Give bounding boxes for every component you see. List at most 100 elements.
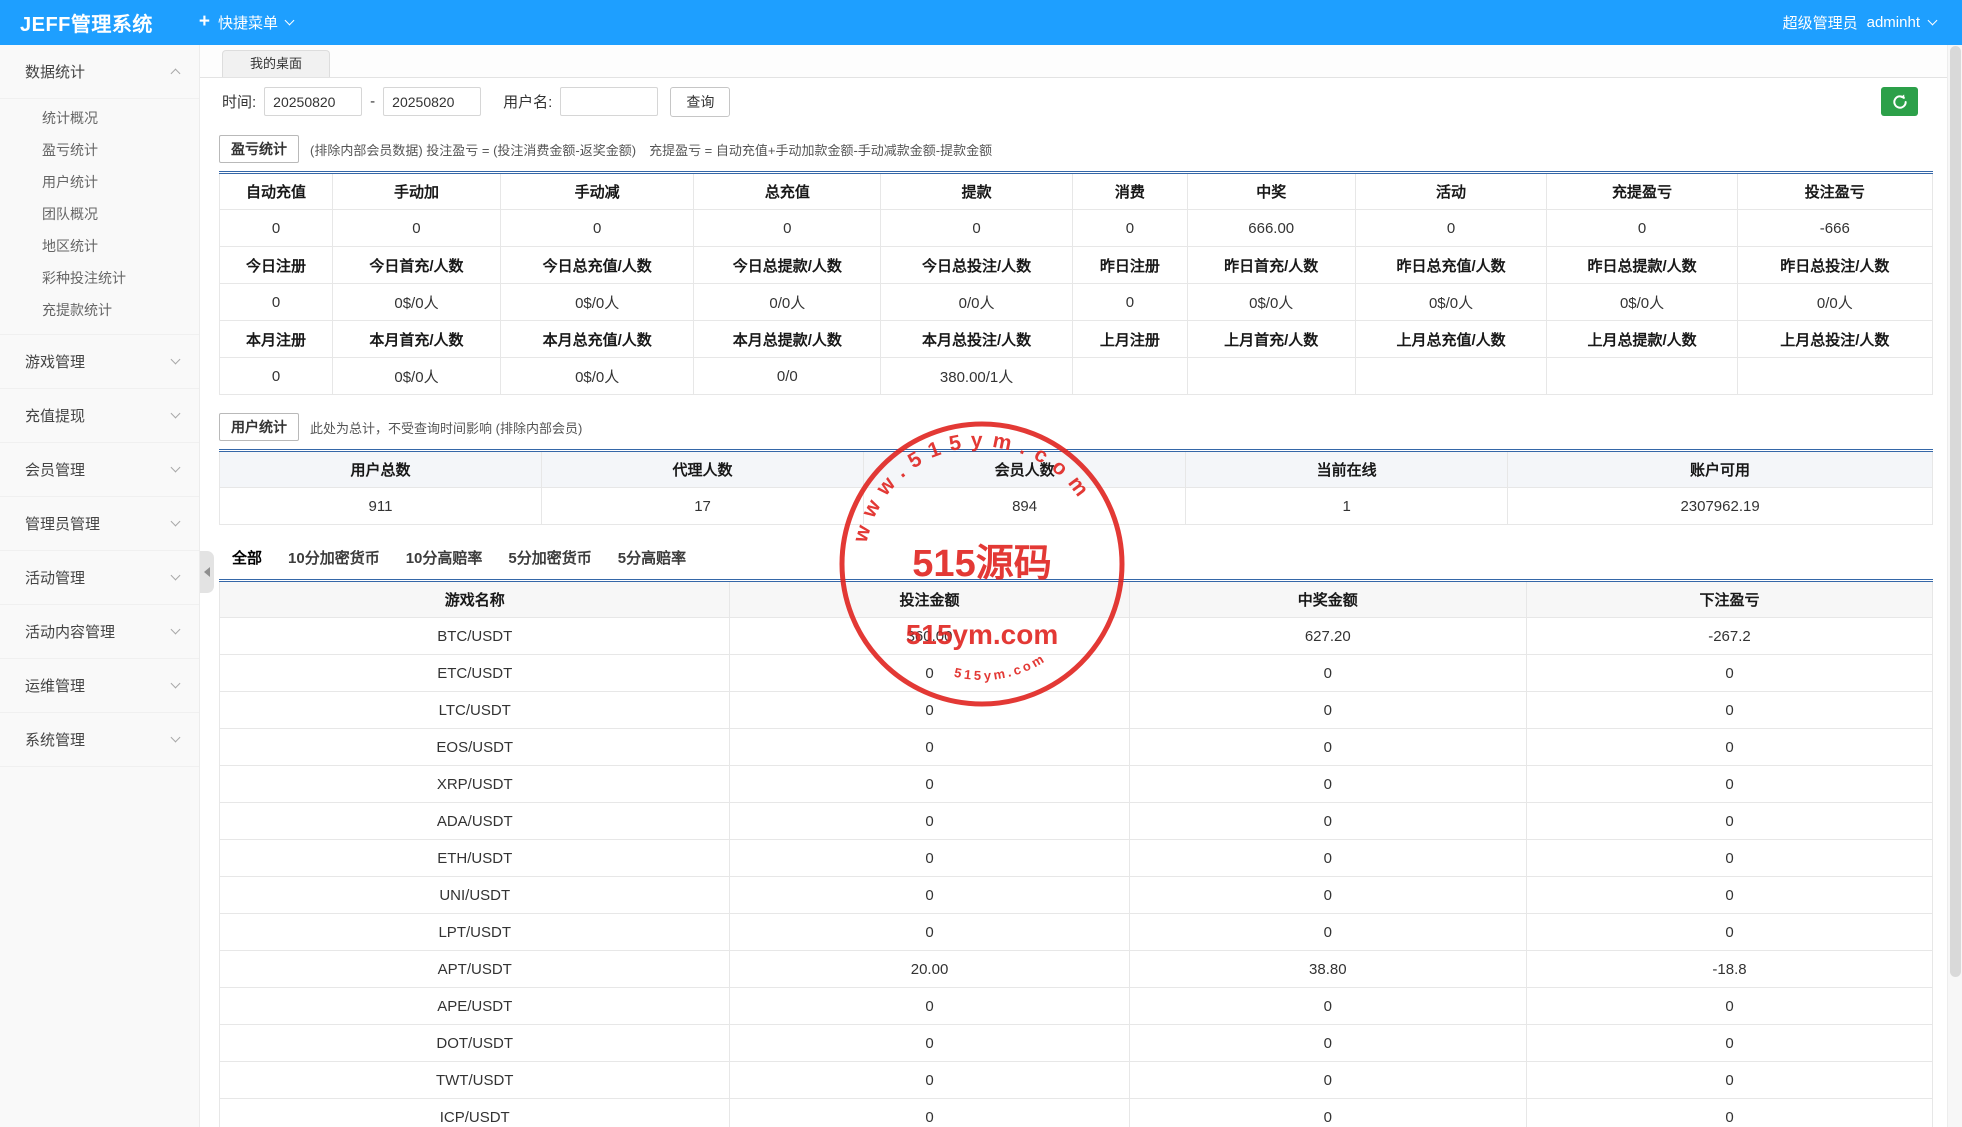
user-value-cell: 2307962.19 bbox=[1507, 487, 1933, 525]
game-cell: 0 bbox=[1526, 913, 1933, 951]
profit-value-cell: 0$/0人 bbox=[1354, 283, 1548, 321]
game-row: LTC/USDT 0 0 0 bbox=[218, 691, 1933, 729]
game-cell: ADA/USDT bbox=[218, 802, 731, 840]
tab-bar: 我的桌面 bbox=[200, 45, 1962, 78]
sidebar-group-label: 系统管理 bbox=[25, 732, 86, 749]
sidebar-subitem[interactable]: 统计概况 bbox=[0, 102, 199, 134]
game-cell: 0 bbox=[1128, 913, 1528, 951]
profit-header-cell: 充提盈亏 bbox=[1546, 172, 1738, 210]
chevron-down-icon bbox=[170, 570, 181, 581]
profit-value-cell: 666.00 bbox=[1186, 209, 1356, 247]
refresh-button[interactable] bbox=[1881, 87, 1918, 116]
sidebar-group-0[interactable]: 数据统计 bbox=[0, 45, 199, 99]
game-filter-tab-2[interactable]: 10分高赔率 bbox=[393, 545, 496, 573]
chevron-down-icon bbox=[170, 516, 181, 527]
sidebar-group-2[interactable]: 充值提现 bbox=[0, 389, 199, 443]
chevron-down-icon bbox=[170, 462, 181, 473]
sidebar-group-7[interactable]: 运维管理 bbox=[0, 659, 199, 713]
game-cell: TWT/USDT bbox=[218, 1061, 731, 1099]
sidebar-group-4[interactable]: 管理员管理 bbox=[0, 497, 199, 551]
sidebar-group-1[interactable]: 游戏管理 bbox=[0, 335, 199, 389]
chevron-down-icon bbox=[170, 678, 181, 689]
sidebar-subitem[interactable]: 盈亏统计 bbox=[0, 134, 199, 166]
game-row: ETC/USDT 0 0 0 bbox=[218, 654, 1933, 692]
game-header-cell: 游戏名称 bbox=[218, 580, 731, 618]
profit-header-cell: 上月总充值/人数 bbox=[1354, 320, 1548, 358]
app-title: JEFF管理系统 bbox=[20, 14, 153, 36]
game-filter-tab-3[interactable]: 5分加密货币 bbox=[495, 545, 604, 573]
profit-value-cell: 0 bbox=[880, 209, 1074, 247]
profit-header-row: 本月注册 本月首充/人数 本月总充值/人数 本月总提款/人数 本月总投注/人数 上月注册上… bbox=[218, 320, 1934, 358]
game-cell: 0 bbox=[729, 987, 1130, 1025]
profit-section-head: 盈亏统计 (排除内部会员数据) 投注盈亏 = (投注消费金额-返奖金额) 充提盈… bbox=[219, 135, 1933, 163]
sidebar-group-8[interactable]: 系统管理 bbox=[0, 713, 199, 767]
game-filter-tab-4[interactable]: 5分高赔率 bbox=[605, 545, 699, 573]
game-cell: 360.00 bbox=[729, 617, 1130, 655]
user-section-note: 此处为总计，不受查询时间影响 (排除内部会员) bbox=[310, 420, 583, 436]
tab-my-desktop[interactable]: 我的桌面 bbox=[222, 50, 331, 77]
game-filter-tab-1[interactable]: 10分加密货币 bbox=[275, 545, 393, 573]
quick-menu-button[interactable]: + 快捷菜单 bbox=[183, 0, 309, 45]
game-cell: APE/USDT bbox=[218, 987, 731, 1025]
chevron-down-icon bbox=[170, 354, 181, 365]
user-value-cell: 1 bbox=[1185, 487, 1509, 525]
chevron-down-icon bbox=[170, 624, 181, 635]
date-from-input[interactable] bbox=[264, 87, 363, 116]
game-cell: 0 bbox=[1128, 765, 1528, 803]
profit-value-cell bbox=[1072, 357, 1188, 395]
search-button[interactable]: 查询 bbox=[670, 86, 731, 117]
profit-value-cell: 0 bbox=[693, 209, 882, 247]
profit-header-cell: 昨日总投注/人数 bbox=[1736, 246, 1934, 284]
sidebar-group-label: 活动内容管理 bbox=[25, 624, 116, 641]
chevron-down-icon bbox=[284, 15, 295, 26]
profit-value-cell: 0/0人 bbox=[693, 283, 882, 321]
game-cell: LTC/USDT bbox=[218, 691, 731, 729]
sidebar-subitem[interactable]: 彩种投注统计 bbox=[0, 262, 199, 294]
sidebar-subitem[interactable]: 团队概况 bbox=[0, 198, 199, 230]
game-cell: -18.8 bbox=[1526, 950, 1933, 988]
username-input[interactable] bbox=[560, 87, 659, 116]
game-filter-tab-0[interactable]: 全部 bbox=[219, 545, 275, 573]
game-cell: ETC/USDT bbox=[218, 654, 731, 692]
sidebar-group-label: 游戏管理 bbox=[25, 354, 86, 371]
game-cell: 0 bbox=[1526, 1061, 1933, 1099]
game-cell: 0 bbox=[729, 1024, 1130, 1062]
user-value-row: 911 17 894 1 2307962.19 bbox=[218, 487, 1933, 525]
game-cell: 0 bbox=[729, 913, 1130, 951]
game-cell: APT/USDT bbox=[218, 950, 731, 988]
profit-header-cell: 昨日总提款/人数 bbox=[1546, 246, 1738, 284]
game-row: XRP/USDT 0 0 0 bbox=[218, 765, 1933, 803]
game-row: LPT/USDT 0 0 0 bbox=[218, 913, 1933, 951]
game-cell: XRP/USDT bbox=[218, 765, 731, 803]
sidebar-group-5[interactable]: 活动管理 bbox=[0, 551, 199, 605]
profit-header-cell: 总充值 bbox=[693, 172, 882, 210]
sidebar-group-3[interactable]: 会员管理 bbox=[0, 443, 199, 497]
sidebar-group-label: 管理员管理 bbox=[25, 516, 101, 533]
sidebar-group-label: 会员管理 bbox=[25, 462, 86, 479]
scrollbar-track[interactable] bbox=[1947, 45, 1962, 1127]
game-cell: ETH/USDT bbox=[218, 839, 731, 877]
sidebar-group-label: 活动管理 bbox=[25, 570, 86, 587]
profit-header-cell: 本月总提款/人数 bbox=[693, 320, 882, 358]
game-cell: 0 bbox=[729, 691, 1130, 729]
game-header-cell: 下注盈亏 bbox=[1526, 580, 1933, 618]
user-header-cell: 代理人数 bbox=[541, 450, 865, 488]
profit-value-cell: -666 bbox=[1736, 209, 1934, 247]
chevron-up-icon bbox=[170, 68, 181, 79]
user-header-cell: 会员人数 bbox=[863, 450, 1187, 488]
game-cell: 0 bbox=[1128, 691, 1528, 729]
user-menu[interactable]: 超级管理员 adminht bbox=[1783, 0, 1962, 45]
sidebar-subitem[interactable]: 地区统计 bbox=[0, 230, 199, 262]
sidebar-group-6[interactable]: 活动内容管理 bbox=[0, 605, 199, 659]
game-cell: 0 bbox=[729, 802, 1130, 840]
game-row: UNI/USDT 0 0 0 bbox=[218, 876, 1933, 914]
sidebar-subitem[interactable]: 充提款统计 bbox=[0, 294, 199, 326]
date-to-input[interactable] bbox=[383, 87, 482, 116]
sidebar-collapse-handle[interactable] bbox=[200, 551, 214, 593]
profit-header-cell: 本月注册 bbox=[218, 320, 334, 358]
profit-header-cell: 本月总投注/人数 bbox=[880, 320, 1074, 358]
profit-header-cell: 本月首充/人数 bbox=[332, 320, 501, 358]
sidebar-subitem[interactable]: 用户统计 bbox=[0, 166, 199, 198]
scrollbar-thumb[interactable] bbox=[1950, 46, 1961, 977]
game-cell: ICP/USDT bbox=[218, 1098, 731, 1127]
